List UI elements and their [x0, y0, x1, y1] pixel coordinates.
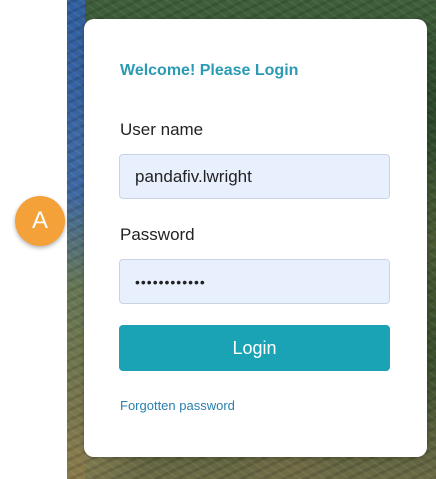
- username-label: User name: [120, 120, 204, 139]
- callout-badge-a: A: [15, 196, 65, 246]
- login-button[interactable]: Login: [119, 325, 390, 371]
- forgotten-password-link[interactable]: Forgotten password: [120, 398, 235, 413]
- login-title: Welcome! Please Login: [120, 62, 299, 79]
- password-label: Password: [120, 225, 195, 244]
- login-card: Welcome! Please Login User name Password…: [84, 19, 427, 457]
- username-input[interactable]: [119, 154, 390, 199]
- password-input[interactable]: [119, 259, 390, 304]
- screenshot-stage: Welcome! Please Login User name Password…: [0, 0, 436, 479]
